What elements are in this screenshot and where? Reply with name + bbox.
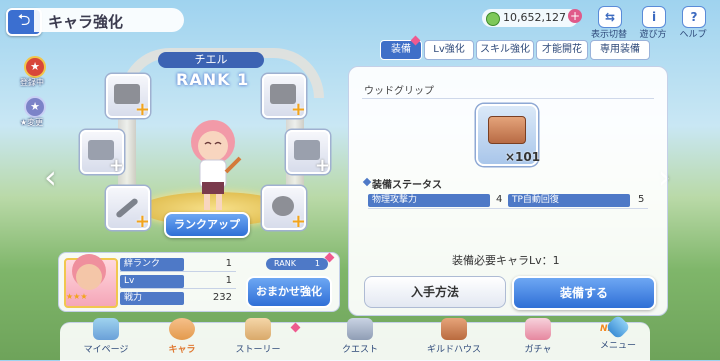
required-level-text: 装備必要キャラLv：1: [452, 254, 560, 267]
nav-guild-house[interactable]: ギルドハウス: [410, 318, 498, 360]
registered-label: 登録中: [20, 78, 44, 87]
portrait-face: [76, 264, 102, 290]
power-label: 戦力: [120, 292, 184, 305]
wood-grip-icon: [488, 116, 526, 144]
how-to-obtain-button[interactable]: 入手方法: [364, 276, 506, 308]
equip-plus-icon: +: [290, 99, 306, 120]
item-count: ×101: [505, 150, 541, 164]
rank-badge-label: RANK: [274, 259, 296, 268]
help-icon[interactable]: ?: [682, 6, 706, 28]
character-name: チエル: [158, 52, 264, 68]
nav-gacha[interactable]: ガチャ: [494, 318, 582, 360]
auto-enhance-button[interactable]: おまかせ強化: [246, 276, 332, 308]
equip-slot-5[interactable]: +: [106, 186, 150, 232]
nav-mypage[interactable]: マイページ: [62, 318, 150, 360]
nav-quest-label: クエスト: [341, 345, 378, 355]
tab-level-up[interactable]: Lv強化: [424, 40, 474, 60]
currency-value: 10,652,127: [503, 11, 566, 24]
star-change-label: ★変更: [20, 118, 44, 127]
page-title: キャラ強化: [48, 13, 124, 31]
equip-slot-1[interactable]: +: [106, 74, 150, 120]
stat-value-physical-attack: 4: [496, 194, 503, 205]
tab-talent[interactable]: 才能開花: [536, 40, 588, 60]
stat-label-physical-attack: 物理攻撃力: [368, 194, 490, 207]
stat-value-tp-regen: 5: [638, 194, 645, 205]
gacha-icon: [525, 318, 551, 340]
rank-up-button[interactable]: ランクアップ: [164, 212, 250, 238]
equip-plus-icon: +: [108, 155, 124, 176]
nav-character[interactable]: キャラ: [138, 318, 226, 360]
equip-slot-6[interactable]: +: [262, 186, 306, 232]
mana-coin-icon: [486, 12, 500, 26]
nav-character-label: キャラ: [168, 345, 196, 355]
nav-story-label: ストーリー: [235, 345, 281, 355]
crystal-icon: [605, 314, 631, 340]
nav-gacha-label: ガチャ: [524, 345, 552, 355]
guild-house-icon: [441, 318, 467, 340]
equipment-status-title: 装備ステータス: [372, 180, 442, 191]
star-change-icon[interactable]: ★: [24, 96, 46, 118]
prev-character-arrow-icon[interactable]: ‹: [44, 158, 57, 196]
equip-button[interactable]: 装備する: [512, 276, 656, 310]
character-image: [191, 120, 242, 210]
equip-slot-3[interactable]: +: [80, 130, 124, 176]
nav-guild-house-label: ギルドハウス: [426, 345, 481, 355]
display-toggle-icon[interactable]: ⇆: [598, 6, 622, 28]
crossed-swords-icon: [347, 318, 373, 340]
rank-badge: RANK 1: [266, 258, 328, 270]
how-to-play-label: 遊び方: [639, 30, 667, 40]
castle-icon: [93, 318, 119, 340]
display-toggle-label: 表示切替: [590, 30, 627, 40]
favorite-star-icon[interactable]: ★: [24, 56, 46, 78]
rank-badge-value: 1: [314, 259, 320, 268]
equip-plus-icon: +: [290, 211, 306, 232]
character-nav-icon: [169, 318, 195, 340]
equip-slot-2[interactable]: +: [262, 74, 306, 120]
nav-quest[interactable]: クエスト: [316, 318, 404, 360]
nav-menu[interactable]: メニュー: [574, 314, 662, 360]
row-divider: [120, 275, 236, 289]
star-rating-icon: ★★★: [66, 292, 88, 301]
power-value: 232: [212, 292, 232, 303]
equip-plus-icon: +: [314, 155, 330, 176]
row-divider: [120, 258, 236, 272]
stat-label-tp-regen: TP自動回復: [508, 194, 630, 207]
divider: [362, 98, 654, 99]
nav-story[interactable]: ストーリー: [214, 318, 302, 360]
character-sprite[interactable]: [178, 112, 248, 212]
equip-plus-icon: +: [134, 99, 150, 120]
nav-menu-label: メニュー: [599, 341, 636, 351]
tab-skill-up[interactable]: スキル強化: [476, 40, 534, 60]
nav-mypage-label: マイページ: [83, 345, 129, 355]
tab-unique-equipment[interactable]: 専用装備: [590, 40, 650, 60]
item-name: ウッドグリップ: [364, 86, 434, 97]
add-currency-button[interactable]: +: [568, 9, 582, 23]
character-rank: RANK 1: [176, 70, 250, 89]
equip-slot-4[interactable]: +: [286, 130, 330, 176]
help-label: ヘルプ: [679, 30, 707, 40]
book-icon: [245, 318, 271, 340]
equip-plus-icon: +: [134, 211, 150, 232]
back-arrow-icon: ⮌: [17, 9, 31, 29]
info-icon[interactable]: i: [642, 6, 666, 28]
divider: [368, 208, 648, 209]
